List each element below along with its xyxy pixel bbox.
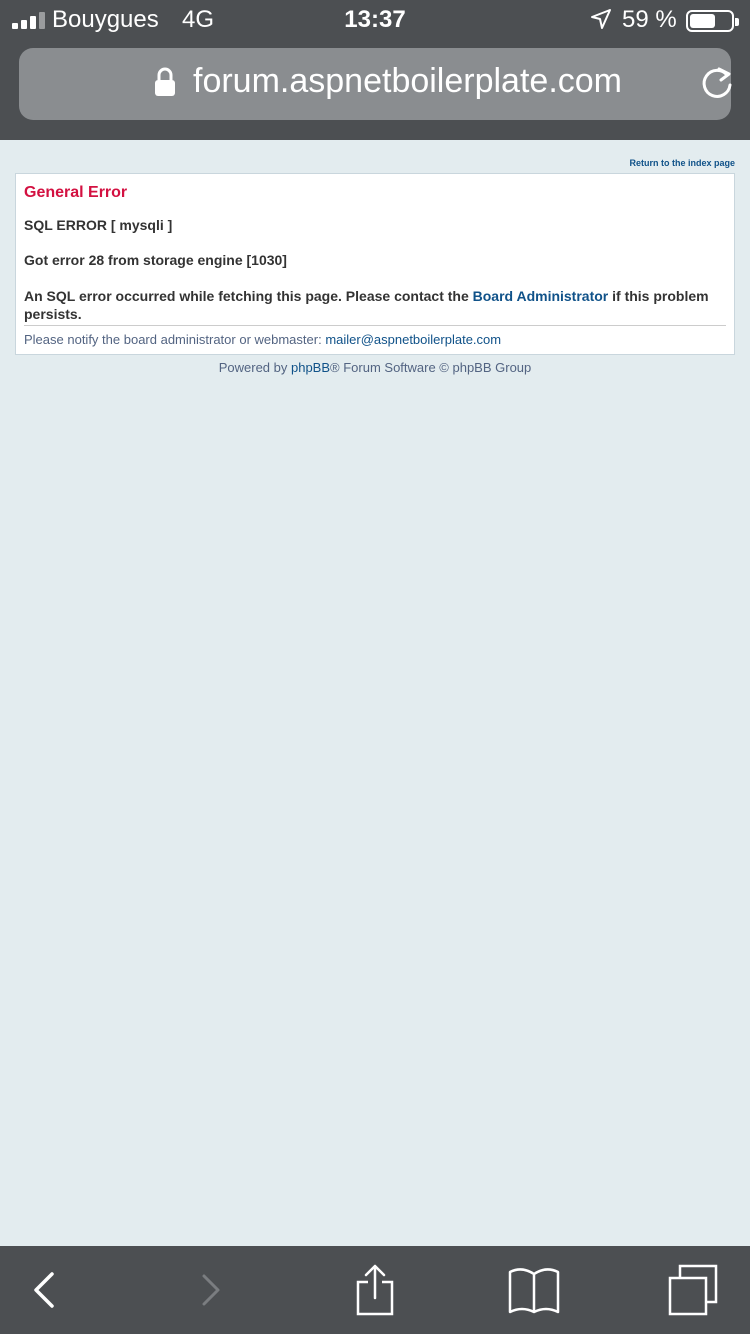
lock-icon [155, 67, 175, 96]
error-message: An SQL error occurred while fetching thi… [24, 287, 724, 323]
address-bar[interactable]: forum.aspnetboilerplate.com [19, 48, 732, 120]
battery-icon [686, 10, 739, 32]
tabs-icon[interactable] [666, 1264, 722, 1316]
browser-top-chrome: Bouygues 4G 13:37 59 % forum.aspnetboile… [0, 0, 750, 140]
browser-toolbar [0, 1246, 750, 1334]
powered-suffix: ® Forum Software © phpBB Group [330, 360, 532, 375]
error-panel: General Error SQL ERROR [ mysqli ] Got e… [15, 173, 735, 355]
share-icon[interactable] [346, 1264, 402, 1316]
error-title: General Error [24, 184, 128, 201]
error-detail-text: Got error 28 from storage engine [1030] [24, 252, 287, 268]
forward-icon[interactable] [182, 1264, 238, 1316]
url-text[interactable]: forum.aspnetboilerplate.com [193, 62, 622, 101]
bookmarks-icon[interactable] [506, 1264, 562, 1316]
location-arrow-icon [591, 9, 611, 29]
webmaster-email-link[interactable]: mailer@aspnetboilerplate.com [325, 332, 501, 347]
powered-prefix: Powered by [218, 360, 291, 375]
notify-text: Please notify the board administrator or… [24, 332, 326, 347]
battery-percent: 59 % [622, 6, 677, 33]
reload-icon[interactable] [699, 65, 735, 101]
message-prefix: An SQL error occurred while fetching thi… [24, 288, 473, 304]
sql-error-text: SQL ERROR [ mysqli ] [24, 217, 173, 233]
back-icon[interactable] [16, 1264, 72, 1316]
divider [24, 325, 726, 326]
board-administrator-link[interactable]: Board Administrator [473, 288, 609, 304]
return-to-index-link[interactable]: Return to the index page [629, 158, 735, 168]
notify-line: Please notify the board administrator or… [24, 332, 501, 347]
powered-by: Powered by phpBB® Forum Software © phpBB… [0, 360, 750, 375]
phpbb-link[interactable]: phpBB [291, 360, 330, 375]
status-bar: Bouygues 4G 13:37 59 % [0, 0, 750, 40]
